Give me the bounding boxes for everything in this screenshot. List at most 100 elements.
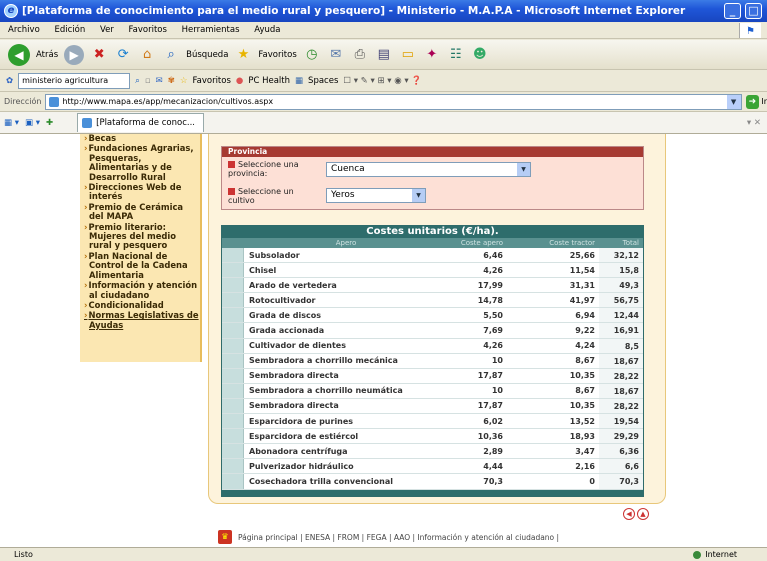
header-coste-tractor: Coste tractor	[549, 239, 595, 247]
cell-coste-apero: 14,78	[477, 295, 503, 305]
tab-close-icon[interactable]: ▾ ✕	[747, 118, 761, 128]
research-icon[interactable]: ☷	[447, 46, 465, 64]
row-marker	[222, 353, 244, 368]
cell-total: 6,6	[599, 459, 643, 474]
menu-archivo[interactable]: Archivo	[8, 25, 40, 35]
chevron-down-icon[interactable]: ▼	[517, 163, 530, 176]
refresh-icon[interactable]: ⟳	[114, 46, 132, 64]
table-row: Sembradora a chorrillo neumática 10 8,67 18…	[222, 383, 643, 399]
menu-herramientas[interactable]: Herramientas	[182, 25, 240, 35]
butterfly-icon[interactable]: ✾	[168, 76, 175, 86]
pchealth-link[interactable]: PC Health	[248, 76, 290, 86]
home-icon[interactable]: ⌂	[138, 46, 156, 64]
back-button-label[interactable]: Atrás	[36, 50, 58, 60]
left-navigation: Becas Fundaciones Agrarias, Pesqueras, A…	[80, 134, 202, 362]
favorites-button-label[interactable]: Favoritos	[258, 50, 296, 60]
go-button[interactable]: Ir	[761, 97, 767, 106]
cell-coste-apero: 10	[491, 386, 503, 396]
row-marker	[222, 323, 244, 338]
row-marker	[222, 429, 244, 444]
favorites-link[interactable]: Favoritos	[193, 76, 231, 86]
previous-icon[interactable]: ◀	[623, 508, 635, 520]
table-footer-bar	[222, 489, 643, 496]
nav-becas[interactable]: Becas	[80, 134, 200, 143]
cell-apero: Sembradora a chorrillo mecánica	[249, 356, 398, 366]
menu-edicion[interactable]: Edición	[54, 25, 85, 35]
costs-table: Costes unitarios (€/ha). Apero Coste ape…	[221, 225, 644, 497]
go-arrow-icon[interactable]: ➜	[745, 94, 760, 109]
form-heading: Provincia	[222, 147, 643, 157]
nav-premio-literario[interactable]: Premio literario: Mujeres del medio rura…	[80, 222, 200, 251]
search-icon[interactable]: ⌕	[162, 46, 180, 64]
back-icon[interactable]: ◀	[8, 43, 30, 66]
province-label-row: Seleccione una provincia:	[228, 160, 310, 178]
cell-coste-apero: 2,89	[483, 446, 503, 456]
row-marker	[222, 338, 244, 353]
edit-icon[interactable]: ▤	[375, 46, 393, 64]
province-select[interactable]: Cuenca ▼	[326, 162, 531, 177]
address-input[interactable]: http://www.mapa.es/app/mecanizacion/cult…	[45, 93, 742, 110]
spaces-link[interactable]: Spaces	[308, 76, 338, 86]
extra-toolbar-icons[interactable]: ☐ ▾ ✎ ▾ ⊞ ▾ ◉ ▾ ❓	[343, 76, 422, 86]
toolbar-search-icon[interactable]: ⌕	[135, 76, 140, 86]
cell-apero: Grada de discos	[249, 310, 321, 320]
cell-total: 12,44	[599, 308, 643, 323]
cell-apero: Cosechadora trilla convencional	[249, 476, 394, 486]
row-marker	[222, 398, 244, 414]
maximize-button[interactable]: □	[745, 3, 762, 19]
row-marker	[222, 444, 244, 459]
cell-coste-tractor: 10,35	[569, 371, 595, 381]
nav-normas[interactable]: Normas Legislativas de Ayudas	[80, 311, 200, 330]
browser-tab[interactable]: [Plataforma de conoc...	[77, 113, 204, 132]
messenger-icon[interactable]: ✦	[423, 46, 441, 64]
add-favorite-icon[interactable]: ✚	[46, 118, 53, 128]
table-row: Rotocultivador 14,78 41,97 56,75	[222, 293, 643, 309]
mail-icon[interactable]: ✉	[327, 46, 345, 64]
cell-apero: Abonadora centrífuga	[249, 446, 348, 456]
cell-coste-apero: 10	[491, 356, 503, 366]
address-dropdown-icon[interactable]: ▼	[726, 94, 741, 109]
crop-select[interactable]: Yeros ▼	[326, 188, 426, 203]
nav-plan-nacional[interactable]: Plan Nacional de Control de la Cadena Al…	[80, 251, 200, 280]
tab-list-icon[interactable]: ▦ ▾	[4, 118, 19, 128]
chevron-down-icon[interactable]: ▼	[412, 189, 425, 202]
footer-links[interactable]: Página principal | ENESA | FROM | FEGA |…	[238, 533, 559, 542]
nav-informacion[interactable]: Información y atención al ciudadano	[80, 280, 200, 300]
history-icon[interactable]: ◷	[303, 46, 321, 64]
row-marker	[222, 474, 244, 489]
print-icon[interactable]: ⎙	[351, 46, 369, 64]
highlight-icon[interactable]: ▫	[145, 76, 151, 86]
nav-premio-ceramica[interactable]: Premio de Cerámica del MAPA	[80, 202, 200, 222]
search-button-label[interactable]: Búsqueda	[186, 50, 228, 60]
nav-condicionalidad[interactable]: Condicionalidad	[80, 300, 200, 310]
people-icon[interactable]: ☻	[471, 46, 489, 64]
table-header: Apero Coste apero Coste tractor Total	[222, 238, 643, 248]
window-title-bar: e [Plataforma de conocimiento para el me…	[0, 0, 767, 22]
toolbar-search-input[interactable]: ministerio agricultura	[18, 72, 131, 89]
stop-icon[interactable]: ✖	[90, 46, 108, 64]
tab-grid-icon[interactable]: ▣ ▾	[25, 118, 40, 128]
table-row: Grada de discos 5,50 6,94 12,44	[222, 308, 643, 324]
mail-dropdown-icon[interactable]: ✉	[156, 76, 163, 86]
coat-of-arms-icon: ♛	[218, 530, 232, 544]
minimize-button[interactable]: _	[724, 3, 741, 19]
forward-icon[interactable]: ▶	[64, 44, 85, 65]
windows-flag-icon: ⚑	[739, 23, 761, 38]
favorites-star-icon[interactable]: ★	[234, 46, 252, 64]
crop-label-row: Seleccione un cultivo	[228, 187, 310, 205]
nav-fundaciones[interactable]: Fundaciones Agrarias, Pesqueras, Aliment…	[80, 144, 200, 182]
cell-coste-apero: 17,99	[477, 280, 503, 290]
folder-icon[interactable]: ▭	[399, 46, 417, 64]
top-icon[interactable]: ▲	[637, 508, 649, 520]
msn-icon[interactable]: ✿	[6, 76, 13, 86]
menu-ver[interactable]: Ver	[100, 25, 114, 35]
cell-apero: Cultivador de dientes	[249, 341, 346, 351]
cell-coste-tractor: 41,97	[569, 295, 595, 305]
table-row: Sembradora a chorrillo mecánica 10 8,67 18,…	[222, 353, 643, 369]
nav-direcciones-web[interactable]: Direcciones Web de interés	[80, 182, 200, 202]
cell-coste-apero: 4,26	[483, 341, 503, 351]
menu-favoritos[interactable]: Favoritos	[129, 25, 167, 35]
menu-ayuda[interactable]: Ayuda	[254, 25, 280, 35]
table-row: Cultivador de dientes 4,26 4,24 8,5	[222, 338, 643, 354]
cell-coste-tractor: 0	[589, 476, 595, 486]
